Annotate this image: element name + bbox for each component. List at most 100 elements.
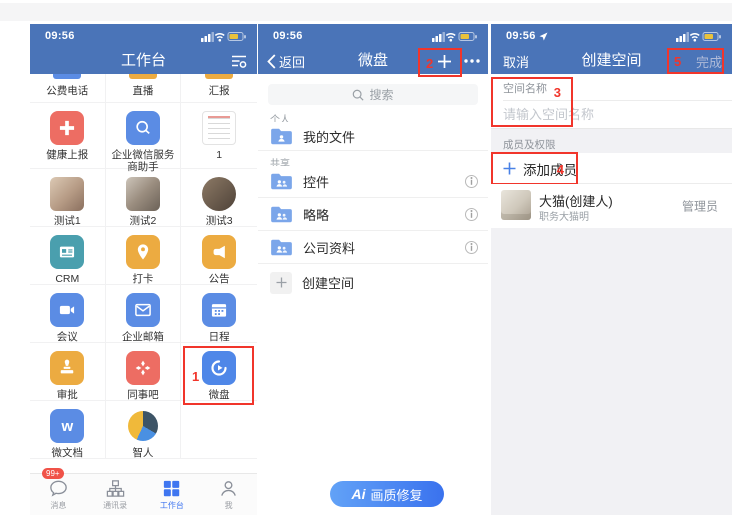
clipped-app-icon [205, 74, 233, 79]
wedoc-icon: w [50, 409, 84, 443]
status-icons [432, 31, 478, 42]
manage-icon[interactable] [231, 48, 247, 74]
tab-messages[interactable]: 消息 99+ [30, 474, 87, 515]
search-placeholder: 搜索 [369, 86, 393, 103]
more-button[interactable] [464, 48, 480, 74]
search-bar[interactable]: 搜索 [268, 84, 478, 105]
app-check-in[interactable]: 打卡 [106, 227, 182, 285]
watermark-label: 画质修复 [370, 485, 422, 504]
location-pin-icon [126, 235, 160, 269]
app-test2[interactable]: 测试2 [106, 169, 182, 227]
app-report[interactable]: 汇报 [181, 74, 257, 103]
status-bar: 09:56 [30, 24, 257, 48]
chat-search-icon [126, 111, 160, 145]
ai-logo: Ai [351, 486, 365, 502]
id-card-icon [50, 235, 84, 269]
status-time: 09:56 [506, 30, 548, 42]
app-colleague-bar[interactable]: 同事吧 [106, 343, 182, 401]
envelope-icon [126, 293, 160, 327]
step-number-5: 5 [674, 54, 681, 69]
step-highlight-3: 3 [491, 77, 573, 127]
empty-cell [181, 401, 257, 459]
folder-team-icon [270, 238, 293, 257]
step-highlight-5: 5 [667, 48, 724, 74]
create-space-row[interactable]: 创建空间 [258, 265, 488, 300]
tab-me[interactable]: 我 [200, 474, 257, 515]
app-live[interactable]: 直播 [106, 74, 182, 103]
phone-workbench: 09:56 工作台 公费电话 直播 [30, 24, 257, 515]
app-corp-mail[interactable]: 企业邮箱 [106, 285, 182, 343]
app-paid-call[interactable]: 公费电话 [30, 74, 106, 103]
compass-diamond-icon [126, 351, 160, 385]
step-number-1: 1 [192, 369, 199, 384]
app-wedoc[interactable]: w 微文档 [30, 401, 106, 459]
app-approval[interactable]: 审批 [30, 343, 106, 401]
step-highlight-2: 2 [418, 48, 462, 77]
app-schedule[interactable]: 日程 [181, 285, 257, 343]
member-avatar [501, 190, 531, 220]
page-title: 工作台 [30, 48, 257, 74]
info-icon[interactable] [465, 175, 478, 188]
status-time: 09:56 [45, 30, 75, 42]
location-arrow-icon [539, 32, 548, 41]
calendar-icon [202, 293, 236, 327]
list-item-shared-2[interactable]: 公司资料 [258, 232, 488, 264]
tab-workbench[interactable]: 工作台 [144, 474, 201, 515]
phone-create-space: 09:56 创建空间 取消 完成 5 [491, 24, 732, 515]
app-test3[interactable]: 测试3 [181, 169, 257, 227]
status-icons [201, 31, 247, 42]
tutorial-canvas: 09:56 工作台 公费电话 直播 [0, 0, 732, 515]
step-highlight-1: 1 [183, 346, 254, 405]
top-strip [0, 3, 732, 21]
app-doc-thumbnail[interactable]: 1 [181, 103, 257, 169]
member-role: 管理员 [682, 198, 718, 215]
step-number-2: 2 [426, 56, 433, 71]
clipped-app-icon [129, 74, 157, 79]
app-zhiren[interactable]: 智人 [106, 401, 182, 459]
status-time: 09:56 [273, 30, 303, 42]
grid-icon [161, 478, 182, 499]
cancel-button[interactable]: 取消 [503, 48, 529, 74]
unread-badge: 99+ [42, 468, 64, 479]
app-meeting[interactable]: 会议 [30, 285, 106, 343]
search-icon [352, 89, 364, 101]
photo-icon [202, 177, 236, 211]
member-row[interactable]: 大猫(创建人) 职务大猫明 管理员 [491, 184, 732, 228]
chat-bubble-icon [48, 478, 69, 499]
app-announcement[interactable]: 公告 [181, 227, 257, 285]
app-service-assistant[interactable]: 企业微信服务商助手 [106, 103, 182, 169]
app-health-report[interactable]: 健康上报 [30, 103, 106, 169]
status-icons [676, 31, 722, 42]
app-test1[interactable]: 测试1 [30, 169, 106, 227]
section-members: 成员及权限 [503, 137, 556, 152]
step-highlight-4: 4 [491, 152, 578, 185]
list-item-my-files[interactable]: 我的文件 [258, 122, 488, 151]
watermark-button[interactable]: Ai 画质修复 [330, 481, 444, 507]
step-number-4: 4 [557, 162, 564, 177]
person-icon [218, 478, 239, 499]
phone-wedrive: 09:56 微盘 返回 [258, 24, 488, 515]
status-bar: 09:56 [491, 24, 732, 48]
stamp-icon [50, 351, 84, 385]
list-item-shared-0[interactable]: 控件 [258, 166, 488, 198]
status-bar: 09:56 [258, 24, 488, 48]
photo-icon [50, 177, 84, 211]
folder-person-icon [270, 127, 293, 146]
megaphone-icon [202, 235, 236, 269]
health-cross-icon [50, 111, 84, 145]
video-camera-icon [50, 293, 84, 327]
header-workbench: 09:56 工作台 [30, 24, 257, 74]
tab-contacts[interactable]: 通讯录 [87, 474, 144, 515]
list-item-shared-1[interactable]: 略略 [258, 199, 488, 231]
info-icon[interactable] [465, 241, 478, 254]
step-number-3: 3 [554, 85, 561, 100]
folder-team-icon [270, 172, 293, 191]
pie-chart-icon [126, 409, 160, 443]
chevron-left-icon [267, 54, 276, 69]
folder-team-icon [270, 205, 293, 224]
ellipsis-icon [464, 59, 480, 63]
member-subtitle: 职务大猫明 [539, 208, 589, 223]
back-button[interactable]: 返回 [267, 48, 305, 74]
app-crm[interactable]: CRM [30, 227, 106, 285]
info-icon[interactable] [465, 208, 478, 221]
